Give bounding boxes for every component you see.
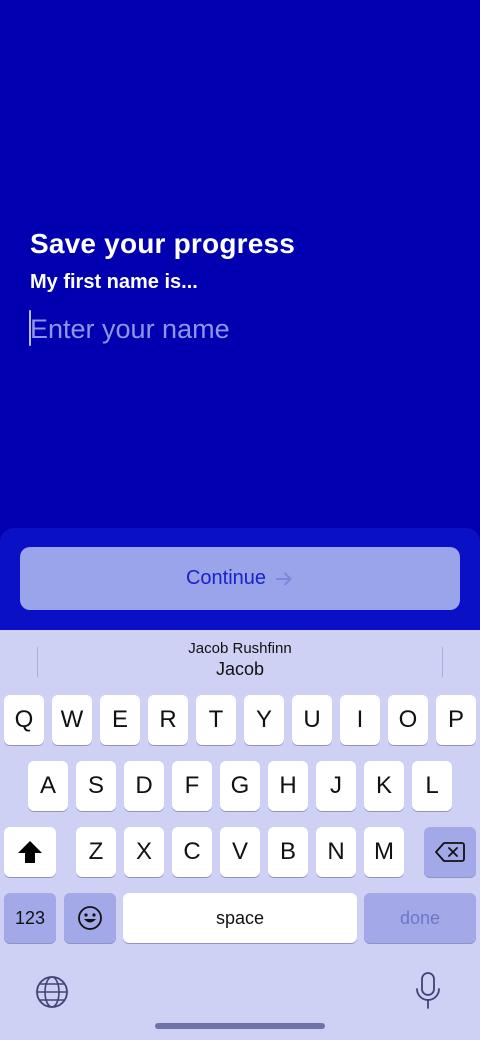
emoji-icon [78, 906, 102, 930]
key-h[interactable]: H [268, 761, 308, 811]
backspace-icon [435, 842, 465, 862]
key-z[interactable]: Z [76, 827, 116, 877]
suggestion-bar: Jacob Rushfinn Jacob [0, 630, 480, 690]
key-j[interactable]: J [316, 761, 356, 811]
home-indicator[interactable] [155, 1023, 325, 1029]
globe-icon[interactable] [35, 975, 69, 1009]
key-k[interactable]: K [364, 761, 404, 811]
key-n[interactable]: N [316, 827, 356, 877]
suggestion-first-name: Jacob [215, 659, 265, 679]
arrow-right-icon [274, 569, 294, 589]
name-input-container [28, 306, 448, 352]
key-i[interactable]: I [340, 695, 380, 745]
key-e[interactable]: E [100, 695, 140, 745]
key-t[interactable]: T [196, 695, 236, 745]
screen: Save your progress My first name is... C… [0, 0, 480, 1040]
key-x[interactable]: X [124, 827, 164, 877]
key-y[interactable]: Y [244, 695, 284, 745]
key-w[interactable]: W [52, 695, 92, 745]
key-l[interactable]: L [412, 761, 452, 811]
shift-key[interactable] [4, 827, 56, 877]
suggestion-divider [442, 647, 443, 677]
name-input[interactable] [28, 306, 448, 352]
text-caret [29, 310, 31, 346]
done-key[interactable]: done [364, 893, 476, 943]
key-f[interactable]: F [172, 761, 212, 811]
suggestion-divider [37, 647, 38, 677]
name-prompt-label: My first name is... [30, 271, 198, 293]
key-a[interactable]: A [28, 761, 68, 811]
continue-button-label: Continue [185, 567, 267, 589]
key-p[interactable]: P [436, 695, 476, 745]
key-u[interactable]: U [292, 695, 332, 745]
backspace-key[interactable] [424, 827, 476, 877]
microphone-icon[interactable] [414, 972, 442, 1010]
shift-icon [18, 841, 42, 863]
key-b[interactable]: B [268, 827, 308, 877]
key-q[interactable]: Q [4, 695, 44, 745]
key-m[interactable]: M [364, 827, 404, 877]
continue-button[interactable]: Continue [20, 547, 460, 610]
suggestion-item[interactable]: Jacob Rushfinn Jacob [120, 640, 360, 680]
key-v[interactable]: V [220, 827, 260, 877]
emoji-key[interactable] [64, 893, 116, 943]
space-key[interactable]: space [123, 893, 357, 943]
key-c[interactable]: C [172, 827, 212, 877]
suggestion-full-name: Jacob Rushfinn [188, 640, 292, 657]
key-d[interactable]: D [124, 761, 164, 811]
numbers-key[interactable]: 123 [4, 893, 56, 943]
page-title: Save your progress [30, 228, 296, 259]
key-o[interactable]: O [388, 695, 428, 745]
key-s[interactable]: S [76, 761, 116, 811]
key-g[interactable]: G [220, 761, 260, 811]
key-r[interactable]: R [148, 695, 188, 745]
